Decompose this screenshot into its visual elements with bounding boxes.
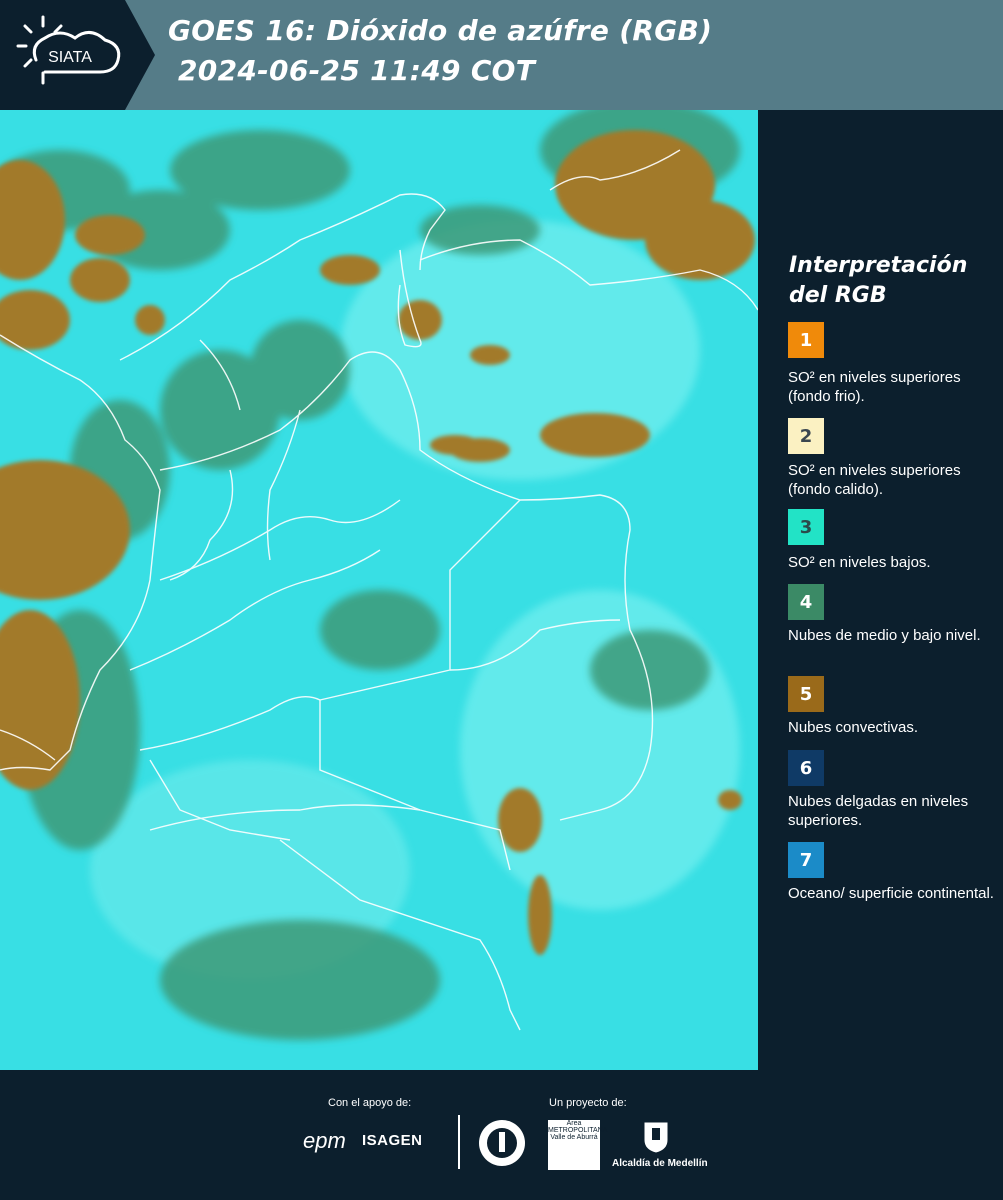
isagen-logo: ISAGEN: [362, 1132, 423, 1149]
footer: Con el apoyo de: epm ISAGEN Un proyecto …: [0, 1070, 1003, 1200]
project-label: Un proyecto de:: [549, 1097, 627, 1109]
legend-swatch-4: 4: [788, 584, 824, 620]
legend-text-6: Nubes delgadas en niveles superiores.: [788, 793, 969, 829]
legend-text-4: Nubes de medio y bajo nivel.: [788, 627, 981, 644]
footer-divider: [458, 1115, 460, 1169]
legend-panel: Interpretación del RGB 1 SO² en niveles …: [758, 110, 1003, 1070]
alcaldia-shield-icon: [643, 1121, 669, 1154]
page-title: GOES 16: Dióxido de azúfre (RGB): [168, 14, 713, 47]
satellite-map: [0, 110, 758, 1070]
legend-swatch-1: 1: [788, 322, 824, 358]
legend-swatch-2: 2: [788, 418, 824, 454]
legend-text-7: Oceano/ superficie continental.: [788, 885, 994, 902]
legend-swatch-7: 7: [788, 842, 824, 878]
header-bar: SIATA GOES 16: Dióxido de azúfre (RGB) 2…: [0, 0, 1003, 110]
medellin-seal: [479, 1120, 525, 1166]
legend-text-1: SO² en niveles superiores (fondo frio).: [788, 369, 961, 405]
siata-logo-text: SIATA: [48, 49, 92, 66]
legend-text-5: Nubes convectivas.: [788, 719, 919, 736]
epm-logo: epm: [303, 1128, 346, 1153]
support-label: Con el apoyo de:: [328, 1097, 412, 1109]
legend-text-3: SO² en niveles bajos.: [788, 554, 931, 571]
legend-text-2: SO² en niveles superiores (fondo calido)…: [788, 462, 961, 498]
legend-swatch-5: 5: [788, 676, 824, 712]
legend-title: Interpretación del RGB: [789, 253, 968, 308]
page-timestamp: 2024-06-25 11:49 COT: [178, 54, 536, 87]
area-metropolitana-logo: Área METROPOLITANA Valle de Aburrá: [548, 1120, 607, 1170]
alcaldia-label: Alcaldía de Medellín: [612, 1158, 708, 1169]
legend-swatch-3: 3: [788, 509, 824, 545]
legend-swatch-6: 6: [788, 750, 824, 786]
siata-logo: SIATA: [0, 0, 155, 110]
